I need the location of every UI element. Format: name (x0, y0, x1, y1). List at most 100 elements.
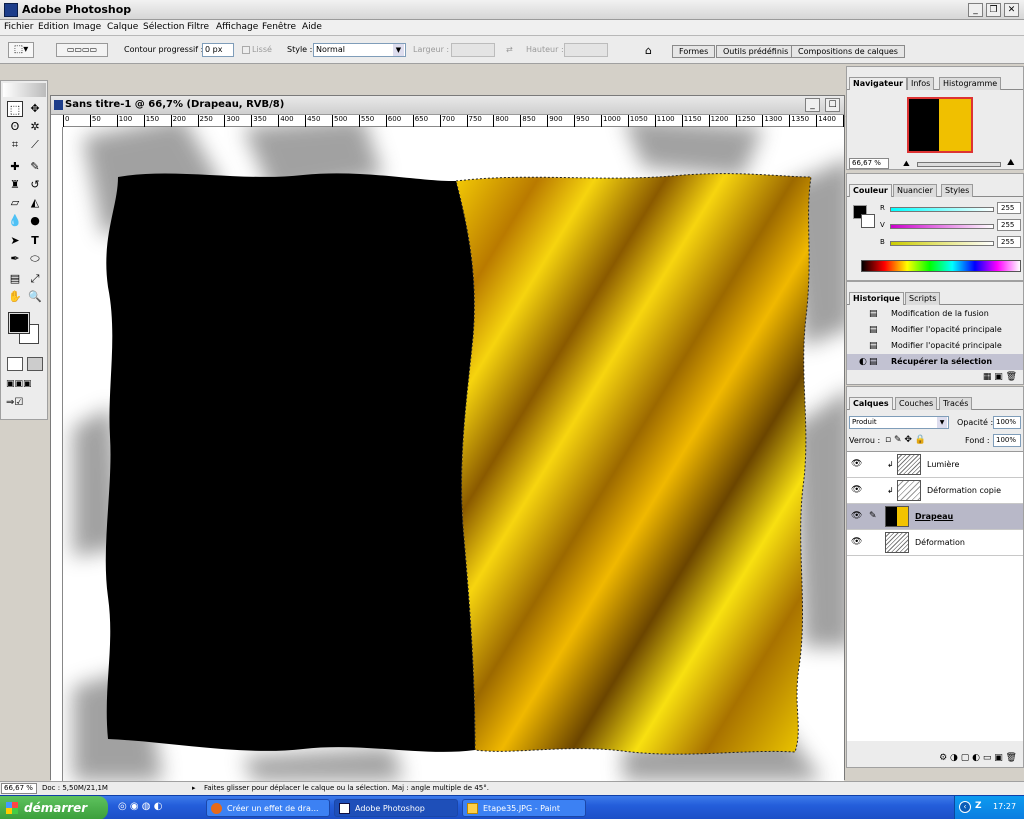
screen-mode-icons[interactable]: ▣▣▣ (6, 379, 44, 391)
menu-selection[interactable]: Sélection (143, 22, 184, 32)
navigator-zoom-input[interactable]: 66,67 % (849, 158, 889, 169)
doc-minimize-button[interactable]: _ (805, 98, 820, 112)
hand-tool-icon[interactable]: ✋ (7, 289, 23, 305)
blend-mode-select[interactable]: Produit ▼ (849, 416, 949, 429)
layer-row[interactable]: 👁 ↲ Lumière (847, 452, 1023, 478)
zoom-in-icon[interactable]: ⛰ (1007, 158, 1015, 168)
zoom-out-icon[interactable]: ⛰ (903, 159, 910, 169)
channel-v-slider[interactable] (890, 224, 994, 229)
eye-icon[interactable]: 👁 (851, 459, 862, 469)
channel-r-input[interactable]: 255 (997, 202, 1021, 214)
eye-icon[interactable]: 👁 (851, 537, 862, 547)
history-item[interactable]: ▤ Modifier l'opacité principale (847, 338, 1023, 354)
well-compositions[interactable]: Compositions de calques (791, 45, 905, 58)
marquee-tool-icon[interactable]: ⬚ (7, 101, 23, 117)
tab-histogramme[interactable]: Histogramme (939, 77, 1002, 90)
start-button[interactable]: démarrer (0, 796, 108, 819)
brush-tool-icon[interactable]: ✎ (27, 159, 43, 175)
eye-icon[interactable]: 👁 (851, 485, 862, 495)
tab-infos[interactable]: Infos (907, 77, 935, 90)
navigator-thumbnail[interactable] (907, 97, 973, 153)
type-tool-icon[interactable]: T (27, 233, 43, 249)
tab-nuancier[interactable]: Nuancier (893, 184, 937, 197)
dodge-tool-icon[interactable]: ● (27, 213, 43, 229)
layer-row-selected[interactable]: 👁 ✎ Drapeau (847, 504, 1023, 530)
tray-arrow-icon[interactable]: ‹ (959, 801, 971, 813)
notes-tool-icon[interactable]: ▤ (7, 271, 23, 287)
marquee-preset-icon[interactable]: ⬚▾ (8, 42, 34, 58)
standard-mode-icon[interactable] (7, 357, 23, 371)
language-indicator[interactable]: Z (975, 801, 982, 811)
paint-bucket-icon[interactable]: ◭ (27, 195, 43, 211)
task-photoshop[interactable]: Adobe Photoshop (334, 799, 458, 817)
task-firefox[interactable]: Créer un effet de dra... (206, 799, 330, 817)
status-zoom[interactable]: 66,67 % (1, 783, 37, 794)
image-canvas[interactable] (63, 127, 844, 781)
doc-maximize-button[interactable]: ☐ (825, 98, 840, 112)
layer-row[interactable]: 👁 Déformation (847, 530, 1023, 556)
tab-historique[interactable]: Historique (849, 292, 905, 305)
tab-styles[interactable]: Styles (941, 184, 974, 197)
lasso-tool-icon[interactable]: ʘ (7, 119, 23, 135)
palette-well-icon[interactable]: ⌂ (645, 44, 661, 58)
restore-button[interactable]: ❐ (986, 3, 1001, 17)
foreground-swatch-overlay[interactable] (8, 312, 30, 334)
eye-icon[interactable]: 👁 (851, 511, 862, 521)
tab-couleur[interactable]: Couleur (849, 184, 892, 197)
menu-fichier[interactable]: Fichier (4, 22, 33, 32)
style-select[interactable]: Normal ▼ (313, 43, 406, 57)
history-item-selected[interactable]: ◐ ▤ Récupérer la sélection (847, 354, 1023, 370)
color-spectrum-bar[interactable] (861, 260, 1021, 272)
tab-scripts[interactable]: Scripts (905, 292, 941, 305)
tab-calques[interactable]: Calques (849, 397, 893, 410)
shape-tool-icon[interactable]: ⬭ (27, 251, 43, 267)
adobe-online-logo[interactable] (3, 83, 46, 97)
history-item[interactable]: ▤ Modification de la fusion (847, 306, 1023, 322)
menu-aide[interactable]: Aide (302, 22, 322, 32)
minimize-button[interactable]: _ (968, 3, 983, 17)
menu-affichage[interactable]: Affichage (216, 22, 258, 32)
swap-icon[interactable]: ⇄ (506, 45, 513, 54)
eyedropper-icon[interactable]: ⤢ (27, 271, 43, 287)
well-outils-predefinis[interactable]: Outils prédéfinis (716, 45, 796, 58)
layer-row[interactable]: 👁 ↲ Déformation copie (847, 478, 1023, 504)
history-footer-icons[interactable]: ▦ ▣ 🗑 (957, 372, 1023, 384)
tab-navigateur[interactable]: Navigateur (849, 77, 908, 90)
slice-tool-icon[interactable]: ⟋ (27, 137, 43, 153)
channel-v-input[interactable]: 255 (997, 219, 1021, 231)
crop-tool-icon[interactable]: ⌗ (7, 137, 23, 153)
menu-edition[interactable]: Edition (38, 22, 69, 32)
eraser-tool-icon[interactable]: ▱ (7, 195, 23, 211)
channel-r-slider[interactable] (890, 207, 994, 212)
height-input[interactable] (564, 43, 608, 57)
healing-brush-icon[interactable]: ✚ (7, 159, 23, 175)
channel-b-slider[interactable] (890, 241, 994, 246)
well-formes[interactable]: Formes (672, 45, 716, 58)
jump-to-imageready-icon[interactable]: ⇒☑ (6, 397, 44, 411)
history-brush-icon[interactable]: ↺ (27, 177, 43, 193)
panel-background-swatch[interactable] (861, 214, 875, 228)
antialias-checkbox[interactable] (242, 46, 250, 54)
history-item[interactable]: ▤ Modifier l'opacité principale (847, 322, 1023, 338)
layers-footer-icons[interactable]: ⚙ ◑ ▢ ◐ ▭ ▣ 🗑 (887, 753, 1023, 766)
channel-b-input[interactable]: 255 (997, 236, 1021, 248)
menu-fenetre[interactable]: Fenêtre (262, 22, 296, 32)
task-paint[interactable]: Etape35.JPG - Paint (462, 799, 586, 817)
zoom-tool-icon[interactable]: 🔍 (27, 289, 43, 305)
feather-input[interactable]: 0 px (202, 43, 234, 57)
tab-traces[interactable]: Tracés (939, 397, 973, 410)
quicklaunch-icons[interactable]: ◎ ◉ ◍ ◐ (118, 801, 162, 812)
magic-wand-icon[interactable]: ✲ (27, 119, 43, 135)
navigator-zoom-slider[interactable] (917, 162, 1001, 167)
fill-input[interactable]: 100% (993, 434, 1021, 447)
play-icon[interactable]: ▸ (192, 784, 196, 792)
path-select-icon[interactable]: ➤ (7, 233, 23, 249)
menu-filtre[interactable]: Filtre (187, 22, 209, 32)
quickmask-mode-icon[interactable] (27, 357, 43, 371)
selection-mode-icons[interactable]: ▭▭▭▭ (56, 43, 108, 57)
opacity-input[interactable]: 100% (993, 416, 1021, 429)
stamp-tool-icon[interactable]: ♜ (7, 177, 23, 193)
close-button[interactable]: ✕ (1004, 3, 1019, 17)
tab-couches[interactable]: Couches (895, 397, 938, 410)
lock-icons[interactable]: ▫ ✎ ✥ 🔒 (885, 435, 926, 445)
